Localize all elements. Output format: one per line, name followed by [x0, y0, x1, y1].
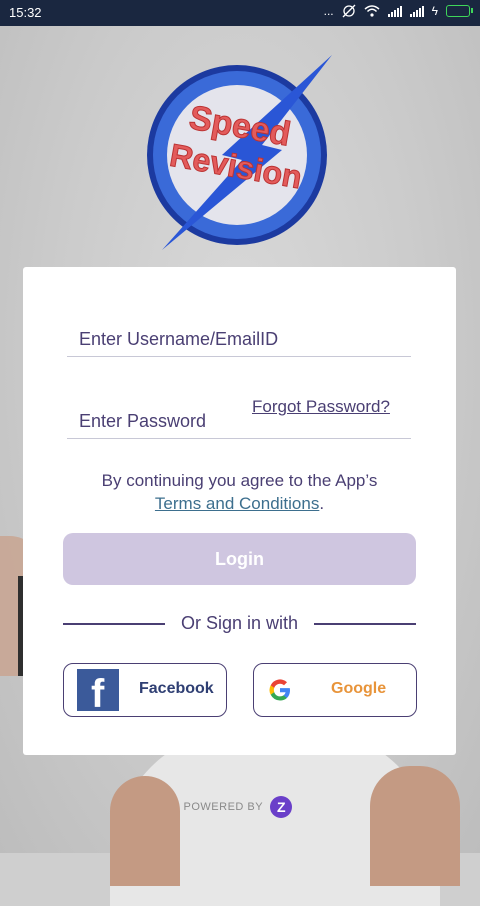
charging-icon: ϟ: [431, 4, 438, 18]
powered-by: POWERED BY Z: [0, 796, 480, 818]
facebook-icon: f: [77, 669, 119, 716]
facebook-label: Facebook: [139, 680, 214, 697]
username-input[interactable]: [67, 329, 423, 356]
status-time: 15:32: [9, 5, 42, 20]
signal-icon: [387, 5, 402, 17]
alarm-off-icon: [342, 4, 356, 18]
facebook-button[interactable]: f Facebook: [63, 663, 227, 717]
terms-notice-text: By continuing you agree to the App’s: [101, 471, 378, 490]
wifi-icon: [364, 5, 380, 17]
google-icon: [269, 679, 290, 701]
login-button[interactable]: Login: [63, 533, 416, 585]
google-label: Google: [331, 680, 387, 697]
signal-icon: [409, 5, 424, 17]
more-dots-icon: ...: [323, 4, 334, 18]
battery-icon: [446, 5, 473, 17]
sign-in-divider: Or Sign in with: [63, 613, 416, 635]
terms-link[interactable]: Terms and Conditions: [155, 494, 319, 513]
provider-logo: Z: [270, 796, 293, 818]
google-button[interactable]: Google: [253, 663, 417, 717]
background-arm: [110, 776, 180, 886]
background-arm: [370, 766, 460, 886]
status-icons: ... ϟ: [323, 4, 473, 18]
login-card: Forgot Password? By continuing you agree…: [23, 267, 456, 755]
terms-notice: By continuing you agree to the App’s Ter…: [23, 469, 456, 515]
forgot-password-link[interactable]: Forgot Password?: [252, 397, 390, 417]
terms-suffix: .: [319, 494, 325, 513]
powered-by-prefix: POWERED BY: [183, 800, 263, 813]
divider-line: [314, 623, 416, 625]
username-field: [67, 329, 423, 357]
speed-revision-logo: Speed Revision: [147, 55, 332, 250]
status-bar: 15:32 ... ϟ: [0, 0, 480, 26]
